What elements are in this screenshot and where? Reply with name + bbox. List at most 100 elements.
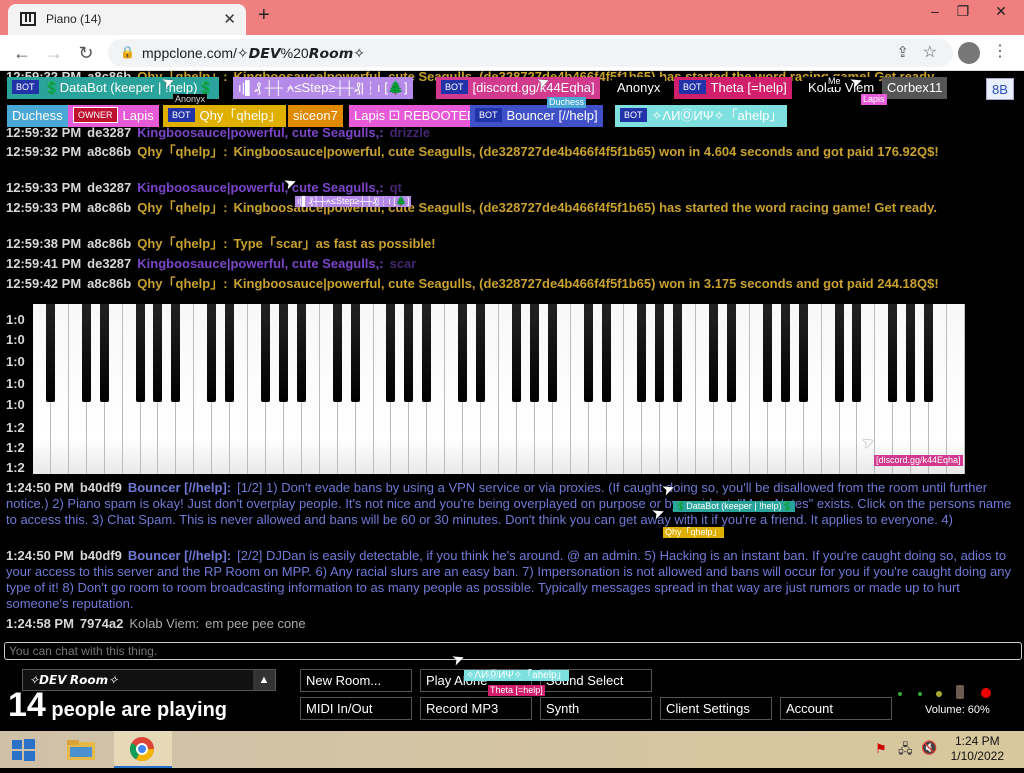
black-key[interactable] [278, 304, 288, 402]
black-key[interactable] [583, 304, 593, 402]
hidden-timestamp: 1:0 [6, 397, 25, 412]
black-key[interactable] [655, 304, 665, 402]
led-icon [918, 692, 922, 696]
chrome-taskbar-icon[interactable] [114, 731, 172, 768]
user-step[interactable]: ı|▌₰ ┼┼ ⍲≤Step≥┼┼₰|┆ı [🌲] [233, 77, 413, 99]
led-icon [936, 691, 942, 697]
black-key[interactable] [386, 304, 396, 402]
black-key[interactable] [261, 304, 270, 402]
chat-input[interactable] [4, 642, 1022, 660]
black-key[interactable] [529, 304, 539, 402]
user-discord-bot[interactable]: BOT [discord.gg/k44Eqha] [436, 77, 600, 99]
lock-icon[interactable]: 🔒 [120, 45, 135, 59]
forward-icon[interactable]: → [42, 41, 66, 65]
black-key[interactable] [45, 304, 55, 402]
black-key[interactable] [637, 304, 647, 402]
share-icon[interactable]: ⇪ [896, 43, 909, 61]
black-key[interactable] [906, 304, 916, 402]
tab-title: Piano (14) [46, 12, 102, 26]
black-key[interactable] [924, 304, 934, 402]
black-key[interactable] [207, 304, 217, 402]
window-close-icon[interactable]: ✕ [984, 0, 1018, 24]
back-icon[interactable]: ← [10, 41, 34, 65]
black-key[interactable] [709, 304, 719, 402]
hidden-timestamp: 1:0 [6, 332, 25, 347]
black-key[interactable] [476, 304, 486, 402]
black-key[interactable] [99, 304, 109, 402]
bookmark-star-icon[interactable]: ☆ [923, 42, 937, 62]
user-siceon7[interactable]: siceon7 [288, 105, 343, 127]
black-key[interactable] [852, 304, 862, 402]
black-key[interactable] [153, 304, 163, 402]
white-key[interactable] [947, 304, 965, 474]
account-button[interactable]: Account [780, 697, 892, 720]
address-bar[interactable]: 🔒 mppclone.com/✧𝘿𝙀𝙑%20𝙍𝙤𝙤𝙢✧ ⇪ ☆ [108, 39, 953, 67]
black-key[interactable] [458, 304, 468, 402]
tab-close-icon[interactable]: ✕ [223, 10, 236, 28]
chat-message: 12:59:32 PM de3287 Kingboosauce|powerful, … [6, 125, 431, 140]
client-settings-button[interactable]: Client Settings [660, 697, 772, 720]
new-room-button[interactable]: New Room... [300, 669, 412, 692]
menu-kebab-icon[interactable]: ⋮ [992, 41, 1008, 61]
black-key[interactable] [601, 304, 611, 402]
people-count-number: 14 [8, 686, 46, 724]
reload-icon[interactable]: ↻ [74, 41, 98, 65]
cursor-tag-qhy: Qhy「qhelp」 [663, 527, 724, 538]
user-theta[interactable]: BOT Theta [=help] [674, 77, 792, 99]
room-dropdown-arrow-icon[interactable]: ▲ [253, 670, 275, 690]
profile-avatar-icon[interactable] [958, 42, 980, 64]
black-key[interactable] [673, 304, 683, 402]
synth-button[interactable]: Synth [540, 697, 652, 720]
user-anonyx[interactable]: Anonyx [612, 77, 666, 99]
browser-tab[interactable]: Piano (14) ✕ [8, 4, 246, 35]
black-key[interactable] [422, 304, 432, 402]
user-lapis-owner[interactable]: OWNER Lapis [68, 105, 159, 127]
tray-flag-icon[interactable]: ⚑ [875, 741, 887, 757]
black-key[interactable] [135, 304, 145, 402]
url-text[interactable]: mppclone.com/✧𝘿𝙀𝙑%20𝙍𝙤𝙤𝙢✧ [142, 45, 365, 62]
taskbar-clock[interactable]: 1:24 PM 1/10/2022 [951, 734, 1004, 764]
user-duchess[interactable]: Duchess [7, 105, 68, 127]
chat-message: 12:59:32 PMa8c86bQhy「qhelp」:Kingboosauce… [6, 144, 939, 159]
black-key[interactable] [888, 304, 898, 402]
black-key[interactable] [798, 304, 808, 402]
record-mp3-button[interactable]: Record MP3 [420, 697, 532, 720]
volume-knob-icon[interactable] [956, 685, 964, 699]
midi-button[interactable]: MIDI In/Out [300, 697, 412, 720]
black-key[interactable] [511, 304, 521, 402]
piano-keyboard[interactable] [33, 304, 965, 474]
speaker-muted-icon[interactable]: 🔇 [921, 740, 937, 756]
user-anonyw[interactable]: BOT ✧ΛИⓄИΨ✧「ahelp」 [615, 105, 788, 127]
new-tab-button[interactable]: + [258, 4, 270, 27]
black-key[interactable] [296, 304, 306, 402]
user-bouncer[interactable]: BOT Bouncer [//help] [470, 105, 603, 127]
user-lapis-rebooted[interactable]: Lapis ⚀ REBOOTED [349, 105, 482, 127]
black-key[interactable] [727, 304, 736, 402]
black-key[interactable] [762, 304, 772, 402]
black-key[interactable] [171, 304, 181, 402]
windows-start-icon[interactable] [0, 731, 46, 768]
hidden-timestamp: 1:0 [6, 312, 25, 327]
volume-label: Volume: 60% [925, 704, 990, 716]
black-key[interactable] [834, 304, 844, 402]
browser-tab-bar: Piano (14) ✕ + – ❐ ✕ [0, 0, 1024, 35]
black-key[interactable] [81, 304, 91, 402]
file-explorer-icon[interactable] [58, 731, 104, 768]
black-key[interactable] [350, 304, 360, 402]
chat-message: 12:59:38 PM a8c86b Qhy「qhelp」: Type「scar」as… [6, 236, 436, 251]
user-8b[interactable]: 8B [986, 78, 1014, 100]
black-key[interactable] [780, 304, 790, 402]
address-toolbar: ← → ↻ 🔒 mppclone.com/✧𝘿𝙀𝙑%20𝙍𝙤𝙤𝙢✧ ⇪ ☆ ⋮ [0, 35, 1024, 71]
chat-message: 1:24:50 PM b40df9 Bouncer [//help]: [2/2] D… [6, 548, 1011, 611]
maximize-icon[interactable]: ❐ [946, 0, 980, 24]
user-corbex11[interactable]: Corbex11 [882, 77, 948, 99]
cursor-tag-duchess: Duchess [547, 97, 587, 108]
black-key[interactable] [332, 304, 342, 402]
user-qhy[interactable]: BOT Qhy「qhelp」 [163, 105, 287, 127]
black-key[interactable] [225, 304, 235, 402]
black-key[interactable] [404, 304, 414, 402]
hidden-timestamp: 1:2 [6, 420, 25, 435]
piano-app: 12:59:32 PMa8c86bQhy「qhelp」:Kingboosauce… [0, 71, 1024, 731]
black-key[interactable] [547, 304, 557, 402]
network-icon[interactable]: 🖧 [898, 740, 913, 762]
